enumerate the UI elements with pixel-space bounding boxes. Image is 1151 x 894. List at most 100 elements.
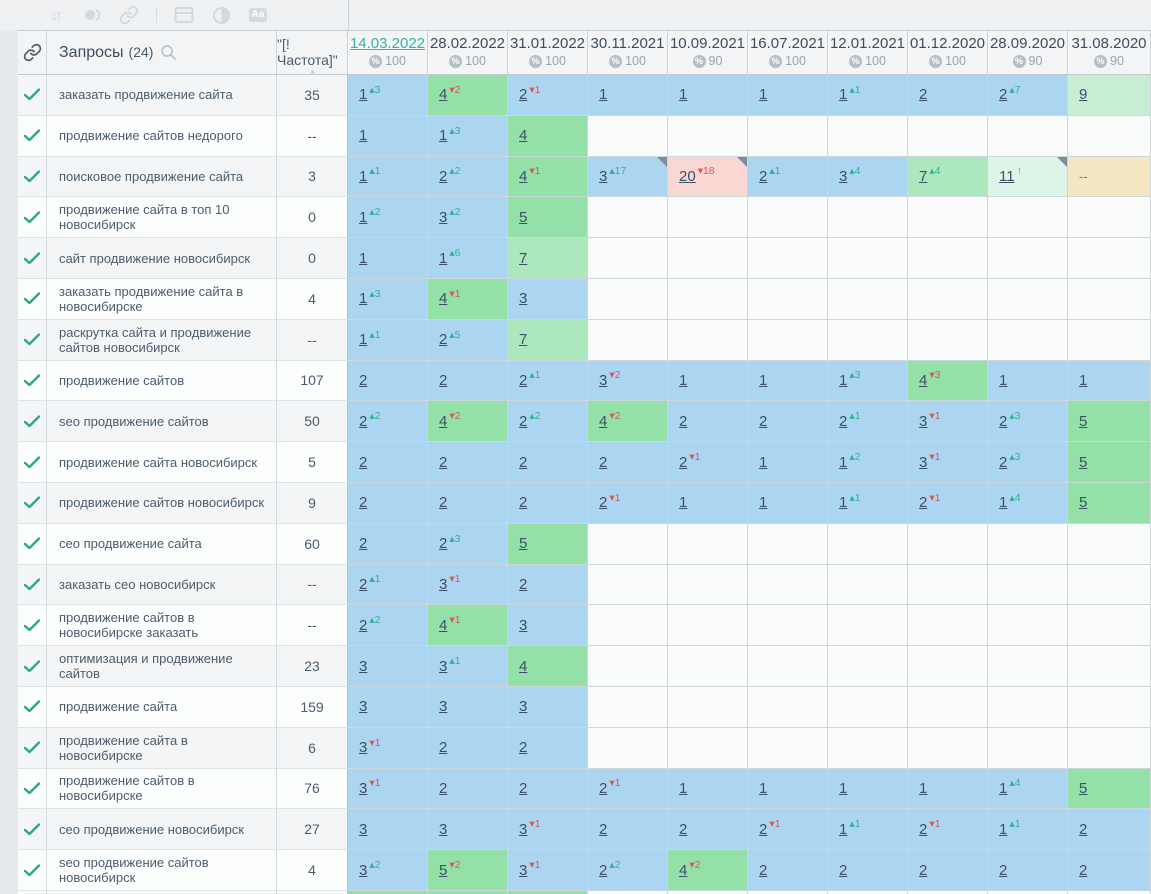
link-column-header[interactable]: [18, 31, 47, 75]
text-format-icon[interactable]: Aa: [248, 5, 268, 25]
position-link[interactable]: 2: [359, 454, 367, 471]
position-link[interactable]: 2: [599, 454, 607, 471]
row-check-toggle[interactable]: [18, 75, 47, 116]
keyword-cell[interactable]: продвижение сайтов в новосибирске заказа…: [47, 605, 277, 646]
keyword-cell[interactable]: продвижение сайта в топ 10 новосибирск: [47, 197, 277, 238]
position-link[interactable]: 3: [359, 739, 367, 756]
position-link[interactable]: 3: [439, 821, 447, 838]
position-link[interactable]: 1: [679, 494, 687, 511]
position-link[interactable]: 2: [439, 331, 447, 348]
row-check-toggle[interactable]: [18, 320, 47, 361]
row-check-toggle[interactable]: [18, 401, 47, 442]
position-link[interactable]: 1: [359, 168, 367, 185]
position-link[interactable]: 1: [839, 86, 847, 103]
position-link[interactable]: 1: [359, 250, 367, 267]
date-column-header[interactable]: 10.09.2021%90: [668, 31, 748, 75]
position-link[interactable]: 2: [759, 168, 767, 185]
keyword-cell[interactable]: seo продвижение сайтов: [47, 401, 277, 442]
position-link[interactable]: 1: [439, 127, 447, 144]
date-link[interactable]: 01.12.2020: [910, 35, 985, 52]
position-link[interactable]: 2: [359, 413, 367, 430]
keyword-cell[interactable]: продвижение сайтов новосибирск: [47, 483, 277, 524]
position-link[interactable]: 9: [1079, 86, 1087, 103]
position-link[interactable]: 2: [919, 862, 927, 879]
position-link[interactable]: 2: [359, 494, 367, 511]
position-link[interactable]: 1: [759, 454, 767, 471]
circles-icon[interactable]: [82, 5, 102, 25]
position-link[interactable]: 3: [439, 209, 447, 226]
position-link[interactable]: 3: [359, 821, 367, 838]
position-link[interactable]: 1: [679, 372, 687, 389]
position-link[interactable]: 2: [519, 372, 527, 389]
position-link[interactable]: 1: [999, 780, 1007, 797]
row-check-toggle[interactable]: [18, 728, 47, 769]
keyword-cell[interactable]: продвижение сайта в новосибирске: [47, 728, 277, 769]
position-link[interactable]: 20: [679, 168, 696, 185]
position-link[interactable]: 4: [439, 617, 447, 634]
position-link[interactable]: 5: [1079, 780, 1087, 797]
position-link[interactable]: 1: [999, 821, 1007, 838]
date-link[interactable]: 31.01.2022: [510, 35, 585, 52]
date-column-header[interactable]: 12.01.2021%100: [828, 31, 908, 75]
row-check-toggle[interactable]: [18, 361, 47, 402]
keyword-cell[interactable]: заказать сео новосибирск: [47, 565, 277, 606]
keyword-cell[interactable]: сео продвижение новосибирск: [47, 809, 277, 850]
date-link[interactable]: 28.09.2020: [990, 35, 1065, 52]
row-check-toggle[interactable]: [18, 524, 47, 565]
position-link[interactable]: 2: [439, 739, 447, 756]
position-link[interactable]: 1: [359, 209, 367, 226]
row-check-toggle[interactable]: [18, 809, 47, 850]
row-check-toggle[interactable]: [18, 769, 47, 810]
row-check-toggle[interactable]: [18, 279, 47, 320]
keyword-cell[interactable]: поисковое продвижение сайта: [47, 157, 277, 198]
row-check-toggle[interactable]: [18, 687, 47, 728]
link-icon[interactable]: [119, 5, 139, 25]
row-check-toggle[interactable]: [18, 116, 47, 157]
keyword-cell[interactable]: оптимизация и продвижение сайтов: [47, 646, 277, 687]
position-link[interactable]: 1: [679, 780, 687, 797]
date-column-header[interactable]: 16.07.2021%100: [748, 31, 828, 75]
keyword-cell[interactable]: сайт продвижение новосибирск: [47, 238, 277, 279]
position-link[interactable]: 1: [359, 331, 367, 348]
position-link[interactable]: 2: [679, 821, 687, 838]
position-link[interactable]: 1: [359, 290, 367, 307]
keyword-cell[interactable]: продвижение сайта: [47, 687, 277, 728]
row-check-toggle[interactable]: [18, 238, 47, 279]
position-link[interactable]: 2: [759, 413, 767, 430]
position-link[interactable]: 5: [519, 535, 527, 552]
position-link[interactable]: 2: [519, 576, 527, 593]
position-link[interactable]: 2: [359, 576, 367, 593]
position-link[interactable]: 3: [359, 658, 367, 675]
position-link[interactable]: 2: [999, 413, 1007, 430]
row-check-toggle[interactable]: [18, 646, 47, 687]
date-link[interactable]: 31.08.2020: [1071, 35, 1146, 52]
position-link[interactable]: 4: [679, 862, 687, 879]
queries-header[interactable]: Запросы (24): [47, 31, 277, 75]
date-column-header[interactable]: 30.11.2021%100: [588, 31, 668, 75]
position-link[interactable]: 3: [439, 576, 447, 593]
position-link[interactable]: 2: [439, 494, 447, 511]
date-column-header[interactable]: 28.02.2022%100: [428, 31, 508, 75]
position-link[interactable]: 3: [359, 862, 367, 879]
position-link[interactable]: 2: [599, 821, 607, 838]
position-link[interactable]: 3: [519, 698, 527, 715]
sort-icon[interactable]: ↓↑: [45, 5, 65, 25]
position-link[interactable]: 2: [519, 780, 527, 797]
position-link[interactable]: 5: [1079, 494, 1087, 511]
position-link[interactable]: 3: [519, 290, 527, 307]
position-link[interactable]: 4: [439, 86, 447, 103]
position-link[interactable]: 1: [759, 372, 767, 389]
row-check-toggle[interactable]: [18, 197, 47, 238]
position-link[interactable]: 1: [919, 780, 927, 797]
position-link[interactable]: 1: [839, 454, 847, 471]
row-check-toggle[interactable]: [18, 483, 47, 524]
position-link[interactable]: 2: [519, 413, 527, 430]
position-link[interactable]: 11: [999, 168, 1015, 185]
search-icon[interactable]: [160, 44, 177, 61]
position-link[interactable]: 3: [519, 862, 527, 879]
panel-icon[interactable]: [174, 5, 194, 25]
position-link[interactable]: 2: [919, 494, 927, 511]
position-link[interactable]: 1: [1079, 372, 1087, 389]
position-link[interactable]: 2: [1079, 862, 1087, 879]
position-link[interactable]: 3: [919, 454, 927, 471]
